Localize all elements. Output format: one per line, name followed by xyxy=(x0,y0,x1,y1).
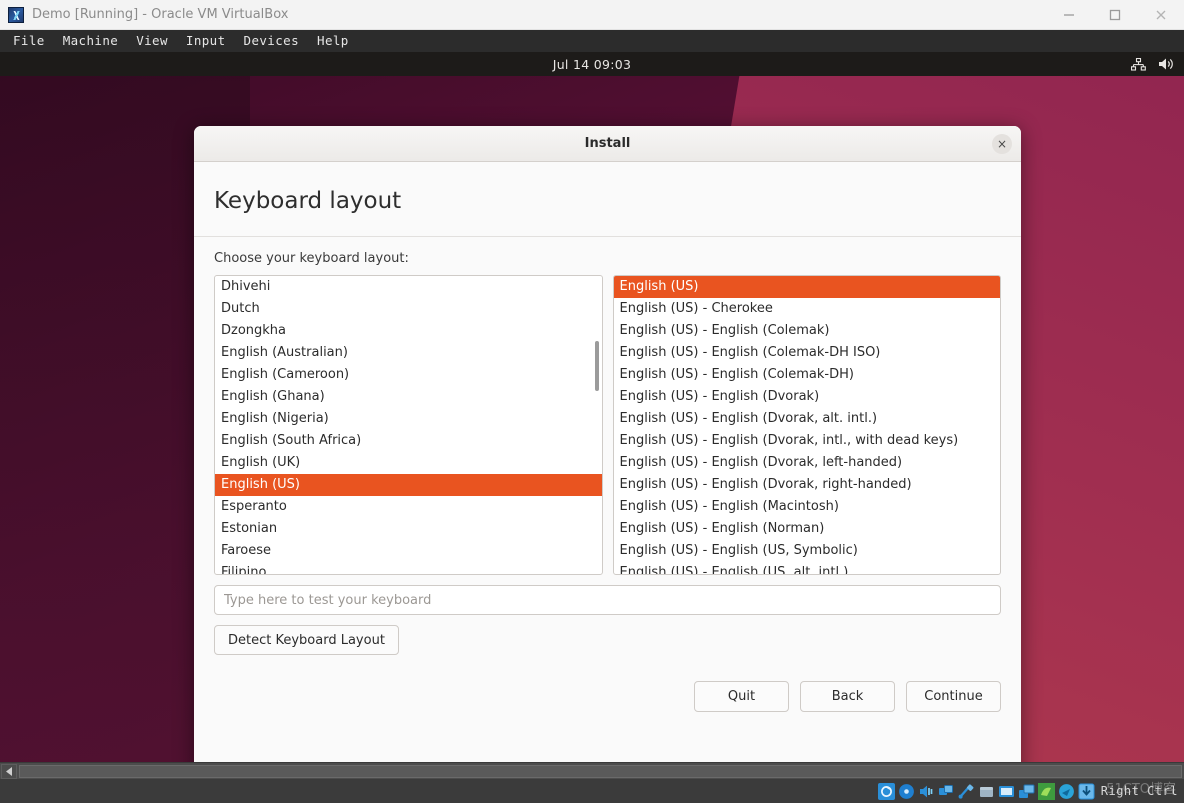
list-item[interactable]: English (US) xyxy=(613,276,1000,298)
dialog-title: Install xyxy=(584,136,631,151)
menu-devices[interactable]: Devices xyxy=(235,30,308,52)
list-item[interactable]: English (US) - English (Colemak-DH) xyxy=(614,364,1001,386)
ubuntu-top-panel: Jul 14 09:03 xyxy=(0,52,1184,76)
system-tray xyxy=(1131,52,1174,76)
list-item[interactable]: English (US) - English (US, alt. intl.) xyxy=(614,562,1001,574)
list-item[interactable]: English (US) - English (Dvorak, right-ha… xyxy=(614,474,1001,496)
clock[interactable]: Jul 14 09:03 xyxy=(553,57,632,72)
features-icon[interactable] xyxy=(1037,782,1055,800)
layout-lists: Dhivehi Dutch Dzongkha English (Australian)… xyxy=(214,275,1001,575)
list-item[interactable]: Filipino xyxy=(215,562,602,574)
list-item[interactable]: Dzongkha xyxy=(215,320,602,342)
page-title: Keyboard layout xyxy=(214,188,402,214)
host-window-controls xyxy=(1046,0,1184,30)
host-key-indicator: Right Ctrl xyxy=(1100,784,1178,798)
host-titlebar: Demo [Running] - Oracle VM VirtualBox xyxy=(0,0,1184,30)
install-dialog: Install × Keyboard layout Choose your ke… xyxy=(194,126,1021,762)
optical-disk-icon[interactable] xyxy=(898,783,915,800)
list-item[interactable]: English (Cameroon) xyxy=(215,364,602,386)
dialog-titlebar: Install × xyxy=(194,126,1021,162)
list-item[interactable]: Estonian xyxy=(215,518,602,540)
host-statusbar: Right Ctrl xyxy=(0,779,1184,803)
list-item[interactable]: Dhivehi xyxy=(215,276,602,298)
network-icon[interactable] xyxy=(938,783,955,800)
display-icon[interactable] xyxy=(998,783,1015,800)
audio-icon[interactable] xyxy=(918,783,935,800)
language-list-inner: Dhivehi Dutch Dzongkha English (Australian)… xyxy=(215,276,602,574)
menu-file[interactable]: File xyxy=(4,30,54,52)
guest-horizontal-scrollbar[interactable] xyxy=(0,762,1184,779)
quit-button[interactable]: Quit xyxy=(694,681,789,712)
list-item[interactable]: English (US) - English (Dvorak, left-han… xyxy=(614,452,1001,474)
list-item[interactable]: Esperanto xyxy=(215,496,602,518)
virtualbox-icon xyxy=(8,6,24,23)
list-item[interactable]: Faroese xyxy=(215,540,602,562)
menu-input[interactable]: Input xyxy=(177,30,235,52)
shared-folders-icon[interactable] xyxy=(978,783,995,800)
menu-view[interactable]: View xyxy=(127,30,177,52)
close-button[interactable] xyxy=(1138,0,1184,30)
choose-layout-label: Choose your keyboard layout: xyxy=(214,251,409,266)
list-item[interactable]: English (Nigeria) xyxy=(215,408,602,430)
list-item[interactable]: English (US) - English (US, Symbolic) xyxy=(614,540,1001,562)
list-item[interactable]: English (Australian) xyxy=(215,342,602,364)
scroll-left-arrow-icon[interactable] xyxy=(1,763,17,779)
guest-screen: Jul 14 09:03 Install × Keyboard layout C… xyxy=(0,52,1184,762)
dialog-close-icon[interactable]: × xyxy=(992,133,1012,154)
dialog-body: Choose your keyboard layout: Dhivehi Dutc… xyxy=(194,237,1021,762)
volume-icon[interactable] xyxy=(1158,57,1174,71)
list-item[interactable]: English (US) - English (Norman) xyxy=(614,518,1001,540)
navigation-buttons: Quit Back Continue xyxy=(214,681,1001,712)
keyboard-variant-list[interactable]: English (US) English (US) - Cherokee Engli… xyxy=(612,275,1001,575)
detect-keyboard-layout-button[interactable]: Detect Keyboard Layout xyxy=(214,625,399,655)
keyboard-language-list[interactable]: Dhivehi Dutch Dzongkha English (Australian)… xyxy=(214,275,603,575)
dialog-heading-area: Keyboard layout xyxy=(194,162,1021,237)
list-item[interactable]: English (US) - English (Colemak-DH ISO) xyxy=(614,342,1001,364)
keyboard-test-input[interactable] xyxy=(214,585,1001,615)
list-item[interactable]: English (US) - English (Macintosh) xyxy=(614,496,1001,518)
list-item[interactable]: English (UK) xyxy=(215,452,602,474)
maximize-button[interactable] xyxy=(1092,0,1138,30)
list-item[interactable]: English (US) - English (Colemak) xyxy=(614,320,1001,342)
back-button[interactable]: Back xyxy=(800,681,895,712)
network-icon[interactable] xyxy=(1131,57,1146,71)
list-item[interactable]: English (US) xyxy=(215,474,602,496)
vertical-scrollbar-thumb[interactable] xyxy=(594,341,599,391)
host-menubar: File Machine View Input Devices Help xyxy=(0,30,1184,52)
list-item[interactable]: English (US) - English (Dvorak, intl., w… xyxy=(614,430,1001,452)
usb-icon[interactable] xyxy=(958,783,975,800)
keyboard-icon[interactable] xyxy=(1078,783,1095,800)
hard-disk-icon[interactable] xyxy=(877,782,895,800)
variant-list-inner: English (US) English (US) - Cherokee Engli… xyxy=(613,276,1001,574)
continue-button[interactable]: Continue xyxy=(906,681,1001,712)
recording-icon[interactable] xyxy=(1018,783,1035,800)
list-item[interactable]: English (US) - Cherokee xyxy=(614,298,1001,320)
scrollbar-track[interactable] xyxy=(19,764,1182,778)
host-window-title: Demo [Running] - Oracle VM VirtualBox xyxy=(32,7,289,22)
mouse-icon[interactable] xyxy=(1058,783,1075,800)
list-item[interactable]: Dutch xyxy=(215,298,602,320)
list-item[interactable]: English (US) - English (Dvorak) xyxy=(614,386,1001,408)
list-item[interactable]: English (Ghana) xyxy=(215,386,602,408)
menu-help[interactable]: Help xyxy=(308,30,358,52)
minimize-button[interactable] xyxy=(1046,0,1092,30)
status-icon-group xyxy=(877,782,1095,800)
menu-machine[interactable]: Machine xyxy=(54,30,127,52)
list-item[interactable]: English (South Africa) xyxy=(215,430,602,452)
list-item[interactable]: English (US) - English (Dvorak, alt. int… xyxy=(614,408,1001,430)
